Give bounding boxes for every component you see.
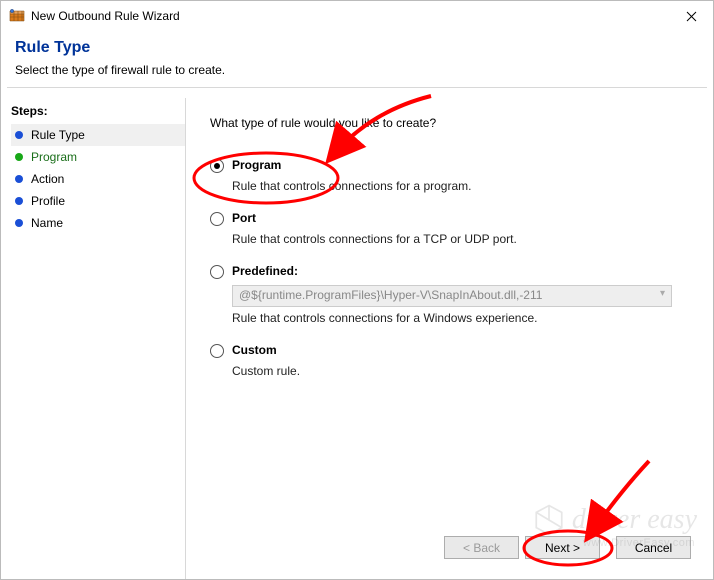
firewall-icon — [9, 8, 25, 24]
hexagon-icon — [532, 503, 566, 537]
option-desc: Rule that controls connections for a Win… — [232, 311, 689, 325]
step-label: Action — [31, 172, 64, 186]
option-label: Predefined: — [232, 264, 298, 278]
wizard-window: New Outbound Rule Wizard Rule Type Selec… — [0, 0, 714, 580]
radio-port[interactable] — [210, 212, 224, 226]
step-action[interactable]: Action — [11, 168, 185, 190]
step-program[interactable]: Program — [11, 146, 185, 168]
divider — [7, 87, 707, 88]
option-desc: Rule that controls connections for a TCP… — [232, 232, 689, 246]
option-label: Program — [232, 158, 281, 172]
option-predefined[interactable]: Predefined: — [210, 264, 689, 279]
watermark-brand: driver easy — [572, 504, 697, 536]
step-label: Name — [31, 216, 63, 230]
bullet-icon — [15, 153, 23, 161]
step-label: Program — [31, 150, 77, 164]
predefined-combo[interactable]: @${runtime.ProgramFiles}\Hyper-V\SnapInA… — [232, 285, 672, 307]
step-profile[interactable]: Profile — [11, 190, 185, 212]
heading-area: Rule Type — [1, 31, 713, 57]
step-label: Rule Type — [31, 128, 85, 142]
titlebar: New Outbound Rule Wizard — [1, 1, 713, 31]
watermark-url: www.DriverEasy.com — [583, 537, 695, 549]
step-label: Profile — [31, 194, 65, 208]
option-port[interactable]: Port — [210, 211, 689, 226]
option-program[interactable]: Program — [210, 158, 689, 173]
watermark: driver easy — [532, 503, 697, 537]
option-desc: Custom rule. — [232, 364, 689, 378]
page-subtitle: Select the type of firewall rule to crea… — [1, 63, 713, 87]
page-title: Rule Type — [15, 39, 699, 57]
title-text: New Outbound Rule Wizard — [31, 9, 669, 23]
radio-custom[interactable] — [210, 344, 224, 358]
radio-predefined[interactable] — [210, 265, 224, 279]
option-label: Custom — [232, 343, 277, 357]
close-icon — [686, 11, 697, 22]
option-label: Port — [232, 211, 256, 225]
option-desc: Rule that controls connections for a pro… — [232, 179, 689, 193]
back-button: < Back — [444, 536, 519, 559]
step-name[interactable]: Name — [11, 212, 185, 234]
radio-program[interactable] — [210, 159, 224, 173]
step-rule-type[interactable]: Rule Type — [11, 124, 185, 146]
rule-type-question: What type of rule would you like to crea… — [210, 116, 689, 130]
bullet-icon — [15, 197, 23, 205]
close-button[interactable] — [669, 1, 713, 31]
bullet-icon — [15, 131, 23, 139]
option-custom[interactable]: Custom — [210, 343, 689, 358]
steps-sidebar: Steps: Rule Type Program Action Profile … — [1, 98, 186, 579]
bullet-icon — [15, 175, 23, 183]
bullet-icon — [15, 219, 23, 227]
steps-title: Steps: — [11, 104, 185, 118]
